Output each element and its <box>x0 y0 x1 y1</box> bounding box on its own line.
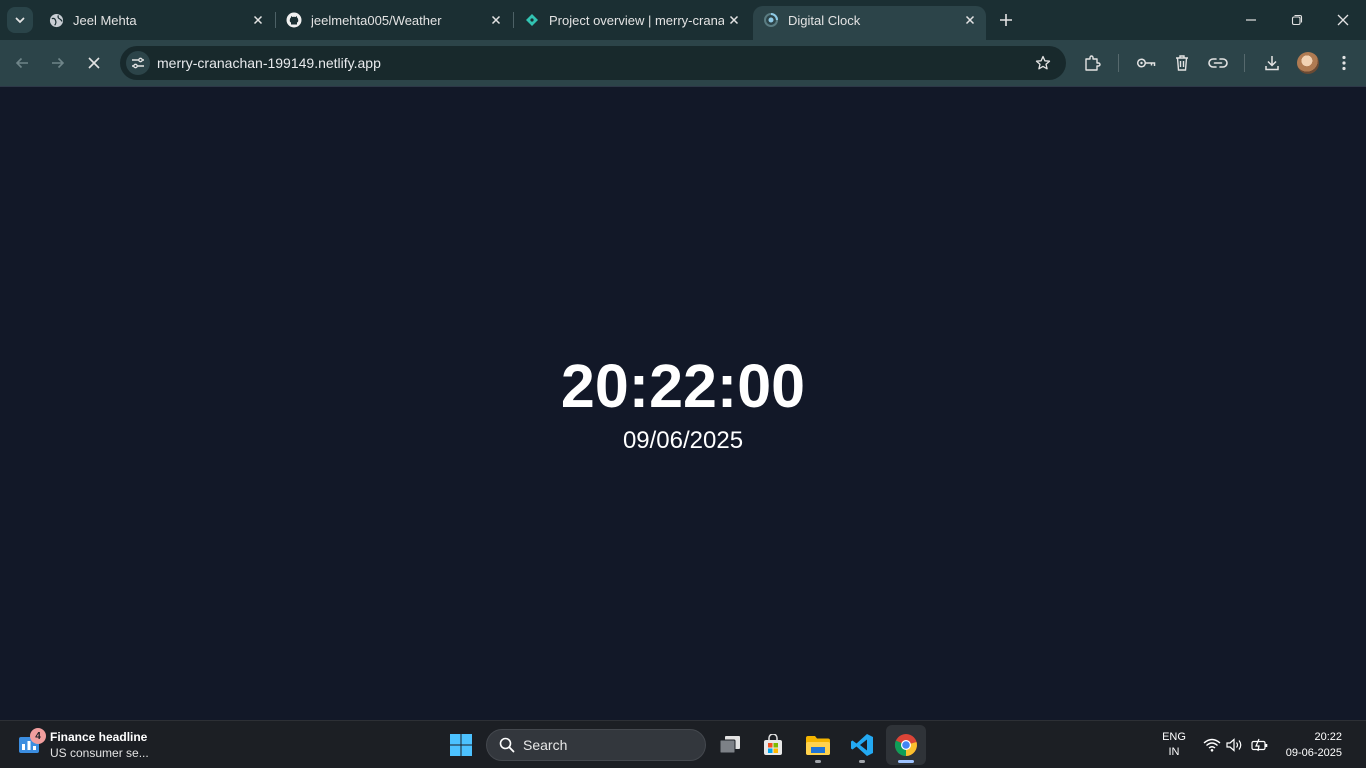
tab-title: Project overview | merry-cranac <box>549 12 724 28</box>
forward-button[interactable] <box>44 49 72 77</box>
search-label: Search <box>523 737 568 753</box>
close-icon <box>88 57 100 69</box>
link-icon[interactable] <box>1206 51 1230 75</box>
widgets-button[interactable]: 4 Finance headline US consumer se... <box>14 727 149 763</box>
address-bar[interactable]: merry-cranachan-199149.netlify.app <box>120 46 1066 80</box>
vscode-icon <box>851 734 873 756</box>
close-icon[interactable] <box>960 10 980 30</box>
file-explorer-button[interactable] <box>798 725 838 765</box>
tab-strip: Jeel Mehta jeelmehta005/Weather Project … <box>0 0 1366 40</box>
clock-date: 09/06/2025 <box>622 427 744 454</box>
browser-toolbar: merry-cranachan-199149.netlify.app <box>0 40 1366 86</box>
running-indicator <box>898 760 914 763</box>
arrow-right-icon <box>52 57 65 69</box>
tab-title: Jeel Mehta <box>73 12 137 28</box>
running-indicator <box>815 760 821 763</box>
bookmark-star-icon[interactable] <box>1034 54 1052 72</box>
tab-digital-clock[interactable]: Digital Clock <box>753 6 986 40</box>
tune-icon <box>132 57 144 69</box>
finance-chart-icon: 4 <box>14 728 46 760</box>
store-icon <box>764 734 782 755</box>
site-info-button[interactable] <box>126 51 150 75</box>
running-indicator <box>859 760 865 763</box>
wifi-icon[interactable] <box>1202 735 1222 755</box>
volume-icon[interactable] <box>1225 735 1245 755</box>
close-icon[interactable] <box>486 10 506 30</box>
tab-title: jeelmehta005/Weather <box>311 12 442 28</box>
tab-jeel-mehta[interactable]: Jeel Mehta <box>38 6 274 34</box>
close-icon[interactable] <box>724 10 744 30</box>
url-text[interactable]: merry-cranachan-199149.netlify.app <box>157 55 381 71</box>
globe-icon <box>48 12 64 28</box>
battery-charging-icon[interactable] <box>1250 735 1270 755</box>
input-language-indicator[interactable]: ENG IN <box>1158 730 1190 760</box>
minimize-icon <box>1246 19 1256 21</box>
chrome-icon <box>894 734 917 757</box>
system-clock[interactable]: 20:22 09-06-2025 <box>1276 729 1356 761</box>
netlify-icon <box>524 12 540 28</box>
more-menu-icon[interactable] <box>1332 51 1356 75</box>
toolbar-separator <box>1244 54 1245 72</box>
notification-badge: 4 <box>30 728 46 744</box>
language-code: ENG <box>1162 731 1186 743</box>
chevron-down-icon <box>15 17 25 24</box>
widget-title: Finance headline <box>50 730 148 744</box>
tab-search-button[interactable] <box>7 7 33 33</box>
chrome-button[interactable] <box>886 725 926 765</box>
vscode-button[interactable] <box>842 725 882 765</box>
microsoft-store-button[interactable] <box>753 725 793 765</box>
extensions-icon[interactable] <box>1080 51 1104 75</box>
plus-icon <box>1000 14 1012 26</box>
system-time: 20:22 <box>1314 731 1342 743</box>
stop-loading-button[interactable] <box>80 49 108 77</box>
taskbar-search[interactable]: Search <box>486 729 706 761</box>
clock-time: 20:22:00 <box>560 352 806 420</box>
download-icon[interactable] <box>1260 51 1284 75</box>
restore-button[interactable] <box>1274 0 1320 40</box>
github-icon <box>286 12 302 28</box>
close-window-button[interactable] <box>1320 0 1366 40</box>
search-icon <box>499 737 515 753</box>
new-tab-button[interactable] <box>994 8 1018 32</box>
system-date: 09-06-2025 <box>1285 747 1342 759</box>
password-key-icon[interactable] <box>1134 51 1158 75</box>
start-button[interactable] <box>441 725 481 765</box>
tab-netlify-project[interactable]: Project overview | merry-cranac <box>514 6 750 34</box>
arrow-left-icon <box>15 57 28 69</box>
widget-subtitle: US consumer se... <box>50 746 149 760</box>
tab-title: Digital Clock <box>788 12 861 28</box>
avatar[interactable] <box>1297 52 1319 74</box>
restore-icon <box>1291 14 1303 26</box>
loading-spinner-icon <box>763 12 779 28</box>
close-icon[interactable] <box>248 10 268 30</box>
tab-weather-repo[interactable]: jeelmehta005/Weather <box>276 6 512 34</box>
task-view-button[interactable] <box>710 725 750 765</box>
language-region: IN <box>1168 746 1180 758</box>
toolbar-separator <box>1118 54 1119 72</box>
windows-logo-icon <box>450 734 472 756</box>
taskbar: 4 Finance headline US consumer se... Sea… <box>0 720 1366 768</box>
close-icon <box>1337 14 1349 26</box>
minimize-button[interactable] <box>1228 0 1274 40</box>
task-view-icon <box>719 736 740 754</box>
back-button[interactable] <box>8 49 36 77</box>
page-viewport: 20:22:00 09/06/2025 <box>0 86 1366 720</box>
trash-icon[interactable] <box>1170 51 1194 75</box>
folder-icon <box>806 736 830 755</box>
